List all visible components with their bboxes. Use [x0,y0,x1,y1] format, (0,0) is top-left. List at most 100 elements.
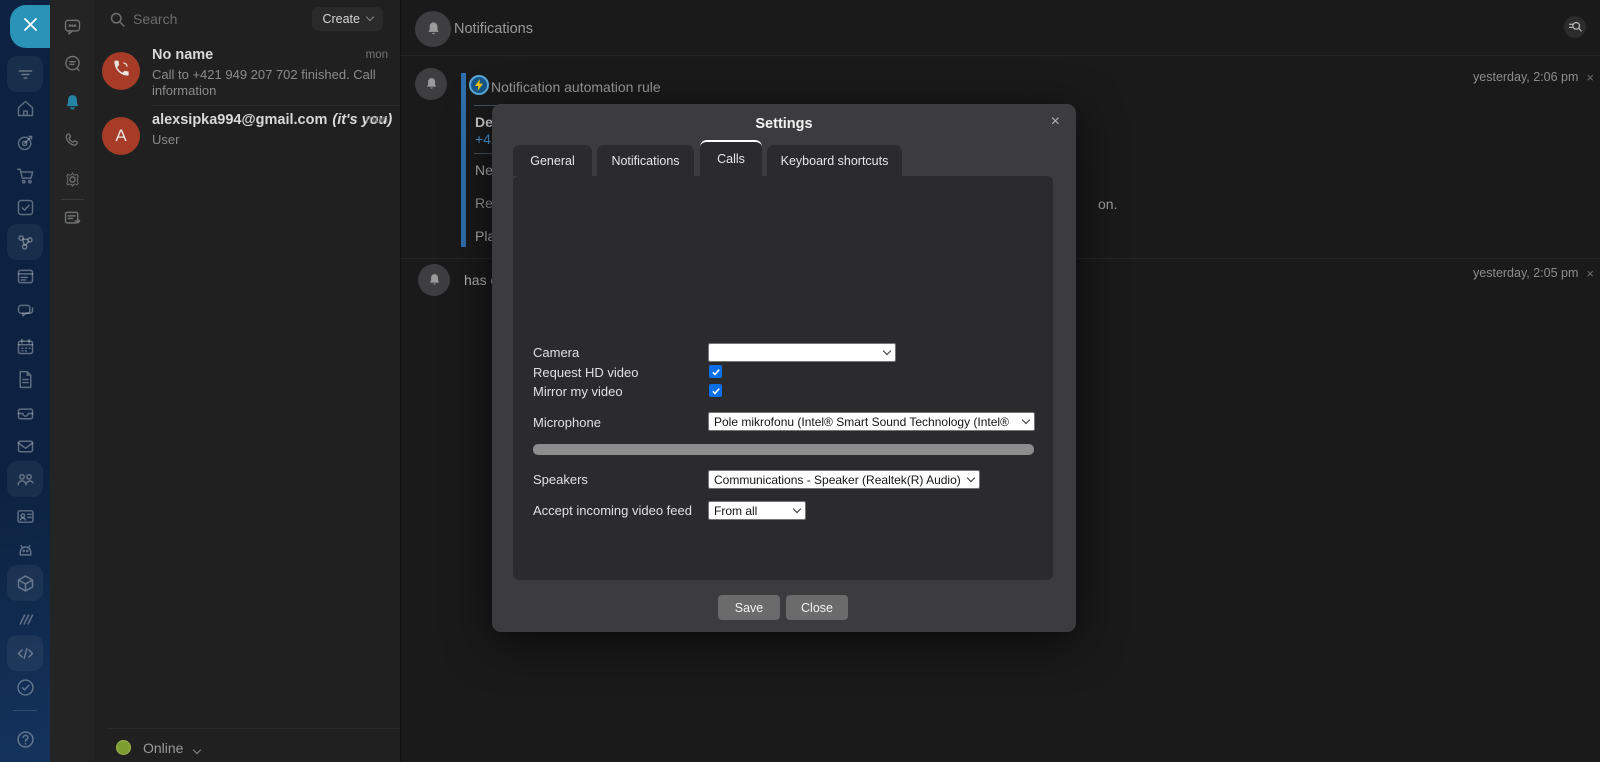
mail-icon[interactable] [13,434,37,458]
help-icon[interactable] [13,727,37,751]
target-icon[interactable] [13,130,37,154]
list-item-title-text: alexsipka994@gmail.com [152,112,327,128]
create-button-label: Create [322,12,360,26]
mirror-video-checkbox[interactable] [709,384,722,397]
bell-icon [423,76,440,93]
contact-card-icon[interactable] [13,504,37,528]
search-in-list-button[interactable] [1564,16,1586,38]
drawer-icon[interactable] [13,401,37,425]
check-circle-icon[interactable] [13,675,37,699]
speakers-select[interactable]: Communications - Speaker (Realtek(R) Aud… [708,470,980,489]
channel-icon[interactable] [61,52,84,75]
modal-title: Settings [492,116,1076,132]
notification-timestamp: yesterday, 2:06 pm [1473,70,1578,84]
notification-accent-bar [461,73,466,247]
modal-close-button[interactable]: × [1051,113,1060,131]
avatar [415,68,447,100]
app-screen: Create No name mon Call to +421 949 207 … [0,0,1600,762]
close-button[interactable]: Close [786,595,848,620]
tab-label: Calls [717,152,745,166]
request-hd-label: Request HD video [533,365,639,380]
status-divider [108,728,400,729]
code-icon[interactable] [13,641,37,665]
search-filter-icon [1568,20,1582,34]
avatar: A [102,117,140,155]
primary-sidebar [0,0,50,762]
calendar-icon[interactable] [13,334,37,358]
page-title: Notifications [454,21,533,37]
tab-label: Notifications [611,154,679,168]
phone-icon[interactable] [61,129,84,152]
list-item-title: alexsipka994@gmail.com(it's you) [152,112,392,128]
camera-label: Camera [533,345,579,360]
speakers-label: Speakers [533,472,588,487]
notifications-bell-icon[interactable] [61,91,84,114]
save-button[interactable]: Save [718,595,780,620]
microphone-select[interactable]: Pole mikrofonu (Intel® Smart Sound Techn… [708,412,1035,431]
tab-notifications[interactable]: Notifications [597,145,694,176]
mic-level-meter [533,444,1034,455]
create-button[interactable]: Create [312,7,383,31]
rail-divider [13,710,37,711]
bell-icon [426,272,443,289]
online-status-dot [116,740,131,755]
android-icon[interactable] [13,538,37,562]
dismiss-notification-button[interactable]: × [1586,71,1594,84]
notification-timestamp: yesterday, 2:05 pm [1473,266,1578,280]
messenger-close-tab[interactable] [10,5,50,48]
list-item-time: mon [366,49,388,61]
close-icon [23,17,38,37]
news-icon[interactable] [13,264,37,288]
status-selector[interactable]: Online [95,736,400,762]
chat-icon[interactable] [13,299,37,323]
sign-icon[interactable] [13,607,37,631]
list-export-icon[interactable] [61,207,84,230]
avatar-letter: A [115,126,126,146]
incoming-video-select-value: From all [714,504,757,518]
incoming-video-label: Accept incoming video feed [533,503,692,518]
list-item-time: mon [366,114,388,126]
settings-modal: Settings × General Notifications Calls K… [492,104,1076,632]
home-icon[interactable] [13,96,37,120]
request-hd-checkbox[interactable] [709,365,722,378]
document-icon[interactable] [13,367,37,391]
calls-settings-panel: Camera Request HD video Mirror my video … [513,176,1053,580]
avatar [418,264,450,296]
header-divider [401,55,1600,56]
notification-time-row: yesterday, 2:05 pm × [1473,266,1594,280]
mirror-video-label: Mirror my video [533,384,623,399]
chevron-down-icon [967,474,975,482]
users-icon[interactable] [13,467,37,491]
check-icon [711,386,721,396]
list-item-title: No name [152,47,213,63]
chevron-down-icon [1022,416,1030,424]
filter-icon[interactable] [13,62,37,86]
avatar [415,11,451,47]
camera-select[interactable] [708,343,896,362]
list-item-subtitle: User [152,132,380,148]
cart-icon[interactable] [13,163,37,187]
status-label: Online [143,740,183,756]
microphone-label: Microphone [533,415,601,430]
network-icon[interactable] [13,230,37,254]
list-item-subtitle: Call to +421 949 207 702 finished. Call … [152,67,380,99]
notification-time-row: yesterday, 2:06 pm × [1473,70,1594,84]
tab-label: General [530,154,574,168]
search-input[interactable] [133,7,313,31]
chat-bubble-icon[interactable] [61,15,84,38]
list-divider [152,105,400,106]
tab-calls[interactable]: Calls [700,140,762,176]
tab-general[interactable]: General [513,145,592,176]
dismiss-notification-button[interactable]: × [1586,267,1594,280]
chevron-down-icon [793,505,801,513]
chevron-down-icon [883,347,891,355]
tasks-icon[interactable] [13,195,37,219]
gear-icon[interactable] [61,168,84,191]
incoming-video-select[interactable]: From all [708,501,806,520]
tab-keyboard-shortcuts[interactable]: Keyboard shortcuts [767,145,902,176]
notification-title: Notification automation rule [491,79,661,95]
messenger-divider [61,199,84,200]
search-icon [109,11,126,28]
bell-icon [424,20,443,39]
cube-icon[interactable] [13,571,37,595]
